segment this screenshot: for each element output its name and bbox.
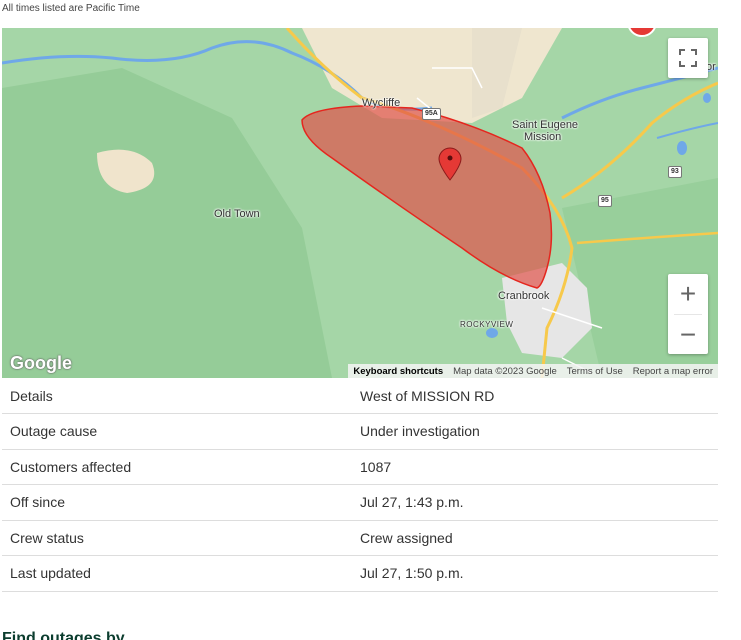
table-row: Crew status Crew assigned xyxy=(2,520,718,556)
place-mission: Mission xyxy=(524,131,562,143)
row-label: Outage cause xyxy=(10,423,98,440)
place-wycliffe: Wycliffe xyxy=(362,97,401,109)
place-saint-eugene: Saint Eugene xyxy=(512,119,579,131)
highway-93-shield: 93 xyxy=(668,166,682,178)
zoom-out-button[interactable]: − xyxy=(668,315,708,355)
zoom-controls: + − xyxy=(668,274,708,354)
row-label: Customers affected xyxy=(10,458,132,475)
fullscreen-button[interactable] xyxy=(668,38,708,78)
place-rockyview: ROCKYVIEW xyxy=(460,320,514,329)
timezone-note: All times listed are Pacific Time xyxy=(2,3,140,14)
highway-95a-shield: 95A xyxy=(422,108,441,120)
keyboard-shortcuts-link[interactable]: Keyboard shortcuts xyxy=(348,366,448,377)
table-row: Off since Jul 27, 1:43 p.m. xyxy=(2,485,718,520)
row-value: West of MISSION RD xyxy=(360,387,495,404)
table-row: Customers affected 1087 xyxy=(2,449,718,485)
row-value: Under investigation xyxy=(360,423,480,440)
outage-details-table: Details West of MISSION RD Outage cause … xyxy=(2,378,718,592)
outage-map[interactable]: Wycliffe Saint Eugene Mission Old Town C… xyxy=(2,28,718,378)
place-cranbrook: Cranbrook xyxy=(498,290,550,302)
row-label: Details xyxy=(10,387,53,404)
table-row: Details West of MISSION RD xyxy=(2,378,718,414)
zoom-in-button[interactable]: + xyxy=(668,274,708,314)
outage-detail-page: All times listed are Pacific Time Wyclif… xyxy=(0,0,741,640)
terms-of-use-link[interactable]: Terms of Use xyxy=(562,366,628,377)
row-value: 1087 xyxy=(360,458,392,475)
report-map-error-link[interactable]: Report a map error xyxy=(628,366,718,377)
map-attribution-bar: Keyboard shortcuts Map data ©2023 Google… xyxy=(348,364,718,378)
row-value: Jul 27, 1:50 p.m. xyxy=(360,565,464,582)
find-outages-heading: Find outages by xyxy=(2,630,125,640)
row-label: Last updated xyxy=(10,565,91,582)
google-logo[interactable]: Google xyxy=(10,353,72,374)
row-value: Jul 27, 1:43 p.m. xyxy=(360,494,464,511)
table-row: Outage cause Under investigation xyxy=(2,414,718,449)
map-data-text: Map data ©2023 Google xyxy=(453,365,557,377)
place-old-town: Old Town xyxy=(214,208,260,220)
highway-95-shield: 95 xyxy=(598,195,612,207)
table-row: Last updated Jul 27, 1:50 p.m. xyxy=(2,556,718,591)
row-value: Crew assigned xyxy=(360,529,453,546)
row-label: Crew status xyxy=(10,529,84,546)
row-label: Off since xyxy=(10,494,65,511)
fullscreen-icon xyxy=(679,49,697,67)
